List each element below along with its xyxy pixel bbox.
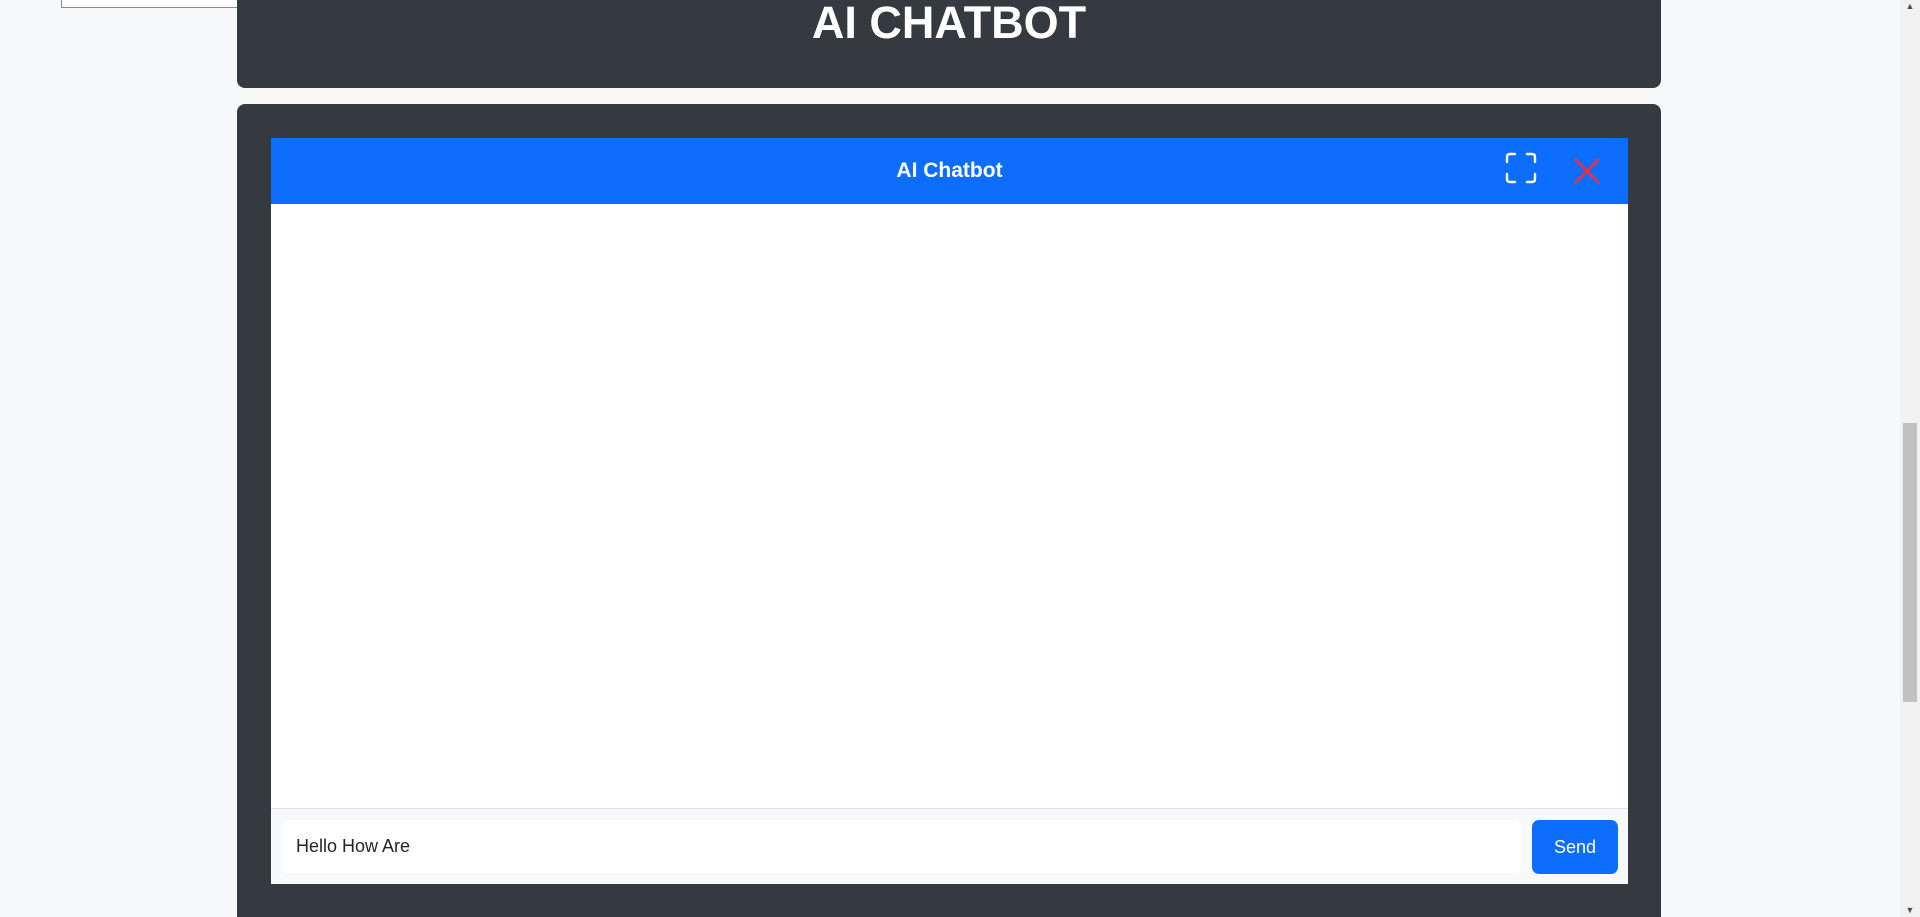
close-icon [1574,158,1600,184]
page-title: AI CHATBOT [811,0,1087,48]
scroll-down-arrow-icon[interactable]: ▼ [1900,903,1920,917]
fullscreen-icon [1505,152,1537,184]
chat-header: AI Chatbot [271,138,1628,204]
chat-title: AI Chatbot [896,159,1003,182]
page-scrollbar[interactable]: ▲ ▼ [1900,0,1920,917]
chat-window: AI Chatbot Hello How Are Send [271,138,1628,884]
scrollbar-thumb[interactable] [1903,423,1917,702]
send-button[interactable]: Send [1532,820,1618,874]
close-button[interactable] [1571,155,1603,187]
page: AI CHATBOT AI Chatbot Hello How Are Send… [0,0,1920,917]
message-input[interactable] [282,820,1521,873]
chat-messages-area[interactable] [271,204,1628,808]
page-header: AI CHATBOT [237,0,1661,88]
scroll-up-arrow-icon[interactable]: ▲ [1900,0,1920,14]
fullscreen-button[interactable] [1504,151,1538,185]
chat-input-bar: Send [271,808,1628,884]
